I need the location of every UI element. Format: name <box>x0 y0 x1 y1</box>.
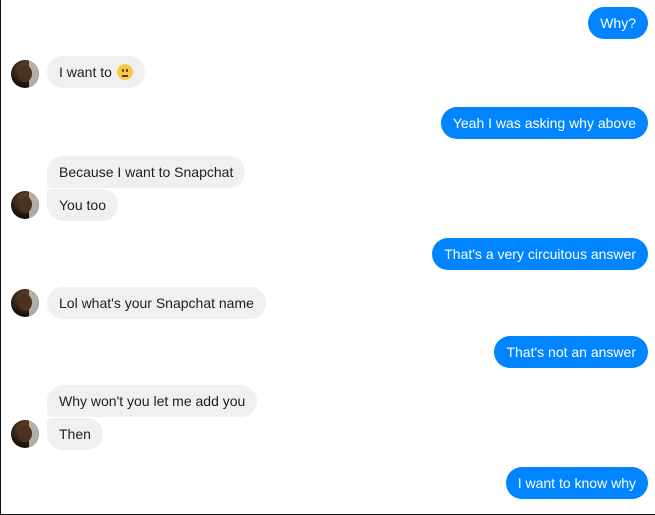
outgoing-message-bubble[interactable]: That's not an answer <box>494 336 648 368</box>
incoming-message-bubble[interactable]: Lol what's your Snapchat name <box>47 287 266 319</box>
incoming-message-bubble[interactable]: Because I want to Snapchat <box>47 156 246 188</box>
contact-avatar[interactable] <box>11 420 39 448</box>
outgoing-message-bubble[interactable]: I want to know why <box>505 467 648 499</box>
message-text: I want to <box>59 64 112 80</box>
message-text: That's not an answer <box>506 344 636 360</box>
contact-avatar[interactable] <box>11 60 39 88</box>
message-text: Lol what's your Snapchat name <box>59 295 254 311</box>
contact-avatar[interactable] <box>11 289 39 317</box>
message-thread: Why? I want to Yeah I was asking why abo… <box>0 0 655 515</box>
message-text: Why? <box>600 15 636 31</box>
contact-avatar[interactable] <box>11 191 39 219</box>
incoming-message-bubble[interactable]: Why won't you let me add you <box>47 385 258 417</box>
message-text: Why won't you let me add you <box>59 393 246 409</box>
outgoing-message-bubble[interactable]: Yeah I was asking why above <box>440 107 648 139</box>
outgoing-message-bubble[interactable]: Why? <box>588 7 648 39</box>
message-text: I want to know why <box>517 475 636 491</box>
message-text: You too <box>59 197 106 213</box>
outgoing-message-bubble[interactable]: That's a very circuitous answer <box>432 238 648 270</box>
incoming-message-bubble[interactable]: I want to <box>47 56 145 88</box>
incoming-message-bubble[interactable]: Then <box>47 418 103 450</box>
incoming-message-bubble[interactable]: You too <box>47 189 118 221</box>
slightly-smiling-face-emoji-icon <box>116 64 133 80</box>
message-text: Yeah I was asking why above <box>452 115 636 131</box>
message-text: That's a very circuitous answer <box>444 246 636 262</box>
message-text: Then <box>59 426 91 442</box>
message-text: Because I want to Snapchat <box>59 164 234 180</box>
